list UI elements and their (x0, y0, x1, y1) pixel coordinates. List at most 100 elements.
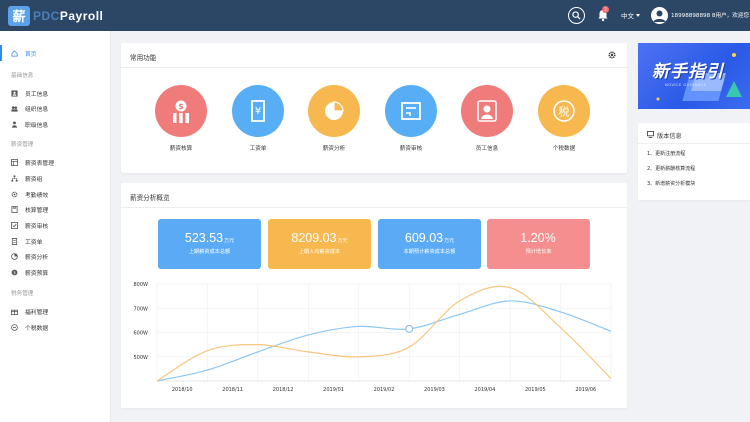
banner-title: 新手指引 (652, 62, 724, 82)
y-tick-label: 600W (134, 331, 149, 337)
search-button[interactable] (568, 7, 585, 24)
svg-text:¥: ¥ (255, 106, 261, 117)
sidebar-item-label: 个税数据 (25, 325, 49, 332)
sidebar-item-label: 薪资分析 (25, 254, 49, 261)
table-icon (11, 158, 18, 166)
sidebar-item-employee[interactable]: 员工信息 (0, 85, 111, 101)
sidebar-item-label: 首页 (25, 51, 37, 58)
tax-icon (11, 323, 18, 331)
user-icon (11, 89, 18, 97)
sidebar-item-salary-table[interactable]: 薪资表管理 (0, 154, 111, 170)
x-tick-label: 2018/10 (172, 387, 193, 393)
common-functions-card: 常用功能 $ 薪资核算 ¥ 工资单 薪资分析 薪资审核 员工信息 税 个税数据 (121, 43, 627, 173)
x-tick-label: 2019/05 (525, 387, 546, 393)
salary-overview-card: 薪资分析概览 523.53万元 上期薪资成本总额 8209.03万元 上期人均薪… (121, 183, 627, 408)
stat-card-growth-rate: 1.20% 预计增长率 (487, 219, 590, 269)
card-title: 常用功能 (130, 54, 157, 62)
tax-glyph: 税 (559, 105, 570, 119)
language-selector[interactable]: 中文 (621, 10, 640, 20)
function-analysis[interactable]: 薪资分析 (304, 85, 364, 152)
function-label: 员工信息 (475, 146, 499, 152)
sidebar-item-label: 职级信息 (25, 122, 49, 129)
version-item: 1、更新注册流程 (647, 151, 686, 157)
gift-icon (11, 308, 18, 315)
sidebar-item-review[interactable]: 薪资审核 (0, 217, 111, 233)
sidebar-item-home[interactable]: 首页 (0, 45, 111, 61)
user-greeting[interactable]: 18998898898 8用户，欢迎您 (671, 11, 749, 19)
calculator-icon (11, 205, 18, 213)
function-label: 工资单 (249, 146, 267, 152)
logo[interactable]: 薪 PDCPayroll (8, 5, 103, 26)
sidebar-item-attendance[interactable]: 考勤绩效 (0, 186, 111, 202)
function-tax[interactable]: 税 个税数据 (534, 85, 594, 152)
pie-chart-icon (11, 252, 18, 260)
sidebar-item-organization[interactable]: 组织信息 (0, 100, 111, 116)
sidebar-item-accounting[interactable]: 核算管理 (0, 201, 111, 217)
function-label: 薪资核算 (169, 146, 193, 152)
card-title: 薪资分析概览 (130, 194, 170, 202)
data-point (405, 324, 414, 333)
y-tick-label: 800W (134, 282, 149, 288)
y-tick-label: 500W (134, 355, 149, 361)
stat-unit: 万元 (337, 238, 348, 244)
stat-unit: 万元 (444, 238, 455, 244)
version-item: 3、新增薪资分析模块 (647, 181, 696, 187)
sidebar-item-label: 薪资预算 (25, 270, 49, 277)
sidebar-item-label: 福利管理 (25, 309, 49, 316)
sidebar-item-analysis[interactable]: 薪资分析 (0, 248, 111, 264)
function-payroll-calc[interactable]: $ 薪资核算 (151, 85, 211, 152)
salary-trend-chart[interactable]: 800W 700W 600W 500W 2018/10 2018/11 2018/12 201… (121, 278, 627, 398)
team-icon (11, 105, 18, 112)
stat-value: 609.03 (404, 231, 444, 245)
x-tick-label: 2019/04 (474, 387, 495, 393)
sidebar-item-tax-data[interactable]: 个税数据 (0, 319, 111, 335)
monitor-icon (647, 131, 654, 138)
pie-chart-icon (308, 85, 360, 137)
sidebar-item-payslip[interactable]: 工资单 (0, 233, 111, 249)
banner-subtitle: NOVICE GUIDANCE (665, 83, 707, 87)
sidebar-item-label: 员工信息 (25, 91, 49, 98)
function-payslip[interactable]: ¥ 工资单 (228, 85, 288, 152)
logo-text: PDCPayroll (33, 9, 103, 23)
function-employee[interactable]: 员工信息 (457, 85, 517, 152)
stat-card-last-average: 8209.03万元 上期人均薪资成本 (268, 219, 371, 269)
novice-guide-banner[interactable]: 新手指引 NOVICE GUIDANCE (638, 43, 750, 109)
notification-badge: 2 (602, 6, 609, 13)
version-info-card: 版本信息 1、更新注册流程 2、更新薪酬核算流程 3、新增薪资分析模块 (638, 123, 750, 200)
stat-value: 8209.03 (291, 231, 337, 245)
settings-icon (11, 191, 18, 198)
stat-label: 上期人均薪资成本 (298, 249, 341, 255)
review-icon (385, 85, 437, 137)
series-line (156, 285, 612, 382)
logo-text-dim: PDC (33, 8, 60, 23)
function-review[interactable]: 薪资审核 (381, 85, 441, 152)
stat-value: 1.20% (520, 231, 556, 245)
x-tick-label: 2019/01 (323, 387, 344, 393)
stat-card-last-total: 523.53万元 上期薪资成本总额 (158, 219, 261, 269)
divider (121, 207, 627, 208)
stat-label: 预计增长率 (525, 249, 552, 255)
sidebar-item-welfare[interactable]: 福利管理 (0, 303, 111, 319)
sidebar-item-label: 薪资表管理 (25, 160, 54, 167)
payslip-icon (11, 237, 18, 245)
sidebar-group-salary: 薪资管理 (11, 142, 34, 148)
sidebar-item-label: 核算管理 (25, 207, 49, 214)
sidebar-item-salary-group[interactable]: 薪资组 (0, 170, 111, 186)
sidebar-item-label: 薪资组 (25, 176, 43, 183)
home-icon (11, 49, 18, 57)
language-label: 中文 (621, 12, 634, 20)
x-tick-label: 2018/11 (222, 387, 243, 393)
gear-icon[interactable] (608, 51, 616, 59)
function-label: 薪资审核 (399, 146, 423, 152)
search-icon (572, 11, 581, 20)
divider (638, 143, 750, 144)
sidebar-item-budget[interactable]: $ 薪资预算 (0, 264, 111, 280)
divider (121, 67, 627, 68)
budget-icon: $ (11, 269, 18, 276)
avatar[interactable] (651, 7, 668, 24)
sidebar-item-label: 考勤绩效 (25, 192, 49, 199)
chevron-down-icon (636, 13, 640, 17)
sidebar-item-rank[interactable]: 职级信息 (0, 116, 111, 132)
logo-text-main: Payroll (59, 8, 104, 23)
payslip-icon: ¥ (232, 85, 284, 137)
